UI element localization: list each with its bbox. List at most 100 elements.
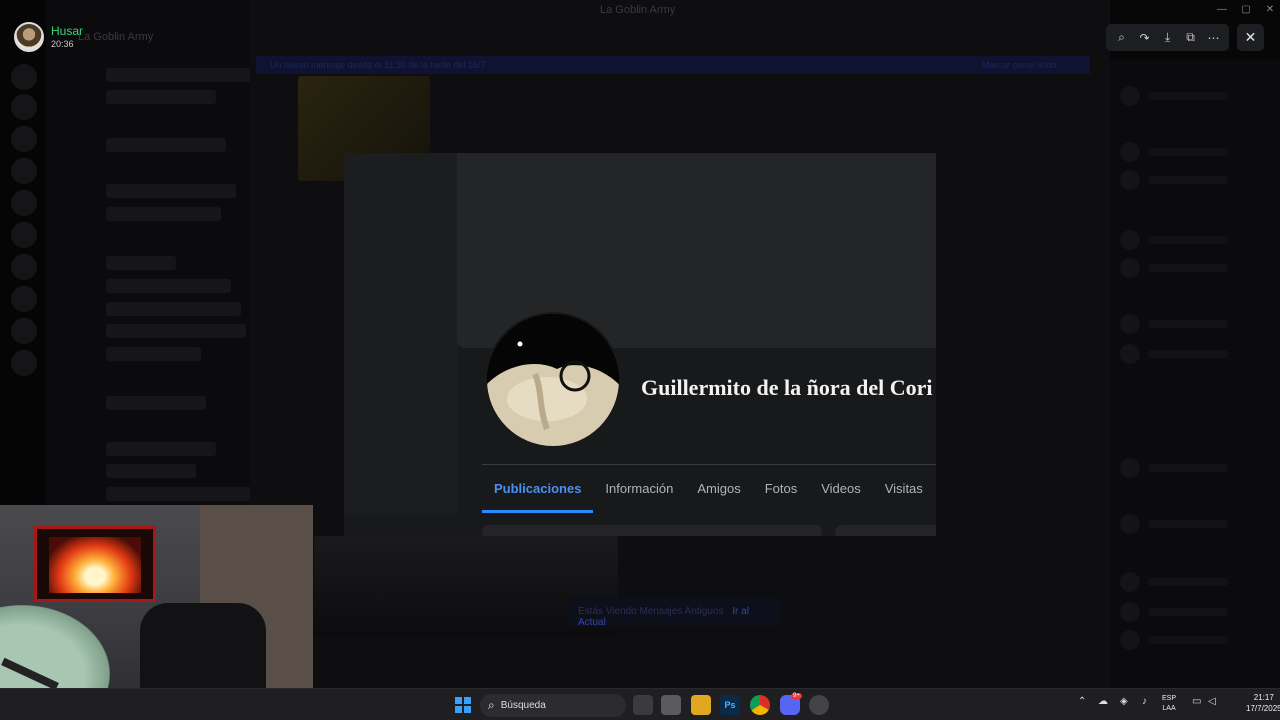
member-avatar[interactable]	[1120, 142, 1140, 162]
member-avatar[interactable]	[1120, 314, 1140, 334]
uploader-chip[interactable]: Husar 20:36	[14, 22, 83, 52]
avatar	[14, 22, 44, 52]
profile-name: Guillermito de la ñora del Cori	[641, 375, 933, 400]
member-avatar[interactable]	[1120, 170, 1140, 190]
tab-publicaciones[interactable]: Publicaciones	[482, 473, 594, 513]
member-avatar[interactable]	[1120, 230, 1140, 250]
taskbar: ⌕ Búsqueda Ps 9+ ⌃ ☁ ◈ ♪ ESP LAA ▭ ◁ 21:…	[0, 688, 1280, 720]
image-viewer-toolbar: ⌕ ↷ ⤓ ⧉ ⋯	[1106, 24, 1229, 51]
file-explorer-icon[interactable]	[691, 695, 711, 715]
chevron-up-icon[interactable]: ⌃	[1078, 696, 1086, 707]
server-icon[interactable]	[11, 126, 37, 152]
tab-fotos[interactable]: Fotos	[753, 473, 810, 513]
image-preview[interactable]: Guillermito de la ñora del Cori Publicac…	[344, 153, 936, 536]
tab-more[interactable]: V	[935, 473, 936, 513]
member-name	[1148, 608, 1228, 616]
language-code: ESP	[1162, 695, 1177, 702]
channel-item[interactable]	[106, 442, 216, 456]
channel-item[interactable]	[106, 207, 221, 221]
server-icon[interactable]	[11, 222, 37, 248]
member-name	[1148, 636, 1228, 644]
member-name	[1148, 464, 1228, 472]
download-icon[interactable]: ⤓	[1158, 28, 1178, 48]
channel-item[interactable]	[106, 90, 216, 104]
clock-date: 17/7/2025	[1246, 704, 1280, 713]
network-icon[interactable]: ▭	[1192, 696, 1201, 707]
add-server-icon[interactable]	[11, 318, 37, 344]
member-name	[1148, 578, 1228, 586]
security-icon[interactable]: ◈	[1120, 696, 1128, 707]
forward-icon[interactable]: ↷	[1135, 28, 1155, 48]
server-icon[interactable]	[11, 94, 37, 120]
channel-item[interactable]	[106, 279, 231, 293]
fire-image	[49, 537, 141, 593]
preview-left-column	[344, 153, 457, 513]
member-name	[1148, 264, 1228, 272]
tab-informacion[interactable]: Información	[593, 473, 685, 513]
channel-item[interactable]	[106, 324, 246, 338]
taskbar-search[interactable]: ⌕ Búsqueda	[480, 694, 626, 717]
server-icon[interactable]	[11, 190, 37, 216]
clock[interactable]: 21:17 17/7/2025	[1246, 692, 1280, 714]
member-avatar[interactable]	[1120, 602, 1140, 622]
tab-videos[interactable]: Videos	[809, 473, 873, 513]
server-name: La Goblin Army	[78, 31, 154, 43]
volume-icon[interactable]: ◁	[1208, 696, 1216, 707]
server-icon[interactable]	[11, 254, 37, 280]
profile-tabs: Publicaciones Información Amigos Fotos V…	[482, 473, 936, 513]
language-indicator[interactable]: ESP LAA	[1162, 694, 1176, 714]
maximize-icon[interactable]: ▢	[1236, 4, 1256, 18]
channel-item[interactable]	[106, 138, 226, 152]
member-name	[1148, 236, 1228, 244]
channel-item[interactable]	[106, 464, 196, 478]
channel-item[interactable]	[106, 347, 201, 361]
channel-item[interactable]	[106, 302, 241, 316]
close-icon[interactable]: ✕	[1237, 24, 1264, 51]
channel-item[interactable]	[106, 256, 176, 270]
channel-item[interactable]	[106, 68, 256, 82]
member-name	[1148, 520, 1228, 528]
microphone-icon[interactable]: ♪	[1142, 696, 1147, 707]
member-avatar[interactable]	[1120, 86, 1140, 106]
unread-banner-text: Un nuevo mensaje desde el 11:30 de la ta…	[270, 60, 486, 70]
member-avatar[interactable]	[1120, 514, 1140, 534]
old-messages-bar[interactable]: Estás Viendo Mensajes Antiguos Ir al Act…	[568, 598, 782, 628]
member-avatar[interactable]	[1120, 630, 1140, 650]
profile-picture	[485, 312, 621, 448]
post-card	[482, 525, 822, 536]
server-icon[interactable]	[11, 286, 37, 312]
member-name	[1148, 176, 1228, 184]
member-name	[1148, 320, 1228, 328]
tab-visitas[interactable]: Visitas	[873, 473, 935, 513]
member-name	[1148, 148, 1228, 156]
chrome-icon[interactable]	[750, 695, 770, 715]
member-avatar[interactable]	[1120, 572, 1140, 592]
old-messages-text: Estás Viendo Mensajes Antiguos	[578, 606, 724, 617]
channel-item[interactable]	[106, 396, 206, 410]
member-avatar[interactable]	[1120, 258, 1140, 278]
member-list	[1110, 60, 1280, 690]
open-external-icon[interactable]: ⧉	[1181, 28, 1201, 48]
explore-icon[interactable]	[11, 350, 37, 376]
windows-start-icon[interactable]	[455, 697, 471, 713]
member-avatar[interactable]	[1120, 344, 1140, 364]
server-icon[interactable]	[11, 64, 37, 90]
member-avatar[interactable]	[1120, 458, 1140, 478]
app-icon[interactable]	[809, 695, 829, 715]
printer-app-icon[interactable]	[661, 695, 681, 715]
task-view-icon[interactable]	[633, 695, 653, 715]
server-icon[interactable]	[11, 158, 37, 184]
photoshop-icon[interactable]: Ps	[720, 695, 740, 715]
channel-item[interactable]	[106, 184, 236, 198]
cloud-icon[interactable]: ☁	[1098, 696, 1108, 707]
channel-item[interactable]	[106, 487, 266, 501]
mark-read-button[interactable]: Marcar como leído	[982, 60, 1057, 70]
window-title: La Goblin Army	[600, 4, 676, 16]
minimize-icon[interactable]: —	[1212, 4, 1232, 18]
window-close-icon[interactable]: ✕	[1260, 4, 1280, 18]
more-icon[interactable]: ⋯	[1204, 28, 1224, 48]
divider	[482, 464, 936, 465]
member-name	[1148, 92, 1228, 100]
zoom-in-icon[interactable]: ⌕	[1112, 28, 1132, 48]
tab-amigos[interactable]: Amigos	[685, 473, 752, 513]
